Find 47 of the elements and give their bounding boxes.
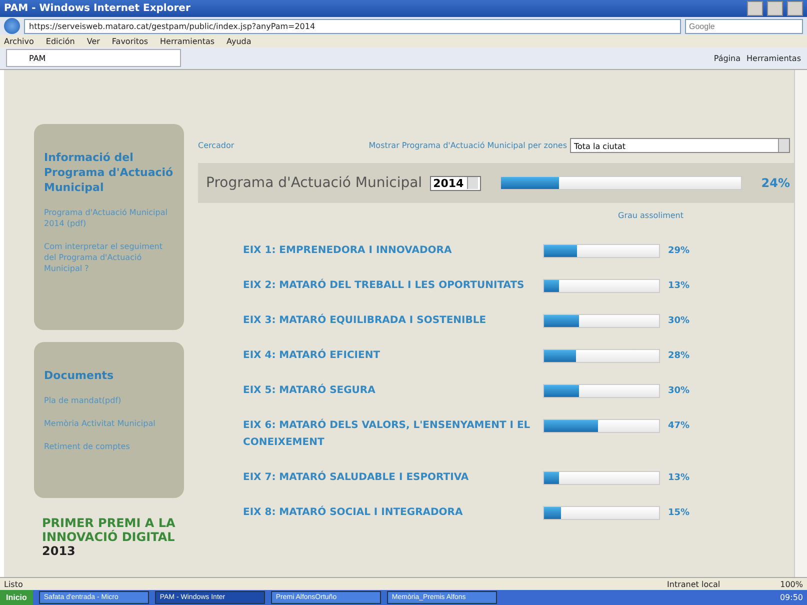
axis-link[interactable]: EIX 5: MATARÓ SEGURA: [243, 382, 543, 399]
summary-title: Programa d'Actuació Municipal: [206, 175, 422, 191]
axis-link[interactable]: EIX 2: MATARÓ DEL TREBALL I LES OPORTUNITATS: [243, 277, 543, 294]
menu-item[interactable]: Herramientas: [160, 36, 215, 46]
year-dropdown[interactable]: 2014: [430, 176, 481, 190]
axis-link[interactable]: EIX 7: MATARÓ SALUDABLE I ESPORTIVA: [243, 469, 543, 486]
back-button[interactable]: [4, 18, 20, 34]
axis-link[interactable]: EIX 8: MATARÓ SOCIAL I INTEGRADORA: [243, 504, 543, 521]
start-button[interactable]: Inicio: [0, 590, 33, 605]
menu-item[interactable]: Ver: [86, 36, 100, 46]
sidebar-title: Informació del Programa d'Actuació Municipal: [44, 150, 174, 195]
percent-text: 30%: [668, 316, 690, 326]
clock: 09:50: [780, 593, 803, 602]
sidebar-title: Documents: [44, 368, 115, 383]
percent-text: 13%: [668, 472, 690, 482]
search-field[interactable]: Google: [685, 18, 803, 34]
menu-item[interactable]: Ayuda: [226, 36, 252, 46]
award-text: PRIMER PREMI A LA: [42, 516, 176, 530]
zoom-text[interactable]: 100%: [780, 580, 803, 588]
percent-text: 15%: [668, 508, 690, 518]
award-text: INNOVACIÓ DIGITAL: [42, 530, 176, 544]
column-header: Grau assoliment: [618, 211, 684, 220]
percent-text: 47%: [668, 420, 690, 430]
axis-link[interactable]: EIX 1: EMPRENEDORA I INNOVADORA: [243, 242, 543, 259]
axis-link[interactable]: EIX 4: MATARÓ EFICIENT: [243, 347, 543, 364]
percent-text: 29%: [668, 246, 690, 256]
status-text: Listo: [4, 580, 23, 588]
axis-link[interactable]: EIX 6: MATARÓ DELS VALORS, L'ENSENYAMENT I EL CONEIXEMENT: [243, 417, 543, 451]
address-field[interactable]: https://serveisweb.mataro.cat/gestpam/public/index.jsp?anyPam=2014: [24, 18, 681, 34]
award-text: 2013: [42, 544, 76, 558]
percent-text: 24%: [761, 176, 790, 190]
percent-text: 13%: [668, 280, 690, 290]
vertical-scrollbar[interactable]: [794, 70, 807, 577]
zone-text: Intranet local: [667, 580, 720, 588]
menu-item[interactable]: Archivo: [4, 36, 34, 46]
menu-item[interactable]: Favoritos: [112, 36, 148, 46]
toolbar-item[interactable]: Página: [714, 54, 740, 62]
zone-dropdown[interactable]: Tota la ciutat: [570, 138, 790, 153]
search-link[interactable]: Cercador: [198, 141, 234, 150]
percent-text: 30%: [668, 386, 690, 396]
axis-link[interactable]: EIX 3: MATARÓ EQUILIBRADA I SOSTENIBLE: [243, 312, 543, 329]
browser-tab[interactable]: PAM: [6, 49, 181, 67]
menu-item[interactable]: Edición: [46, 36, 75, 46]
zone-label: Mostrar Programa d'Actuació Municipal per zones: [368, 141, 567, 150]
toolbar-item[interactable]: Herramientas: [746, 54, 801, 62]
window-title: PAM - Windows Internet Explorer: [4, 3, 192, 14]
percent-text: 28%: [668, 350, 690, 360]
